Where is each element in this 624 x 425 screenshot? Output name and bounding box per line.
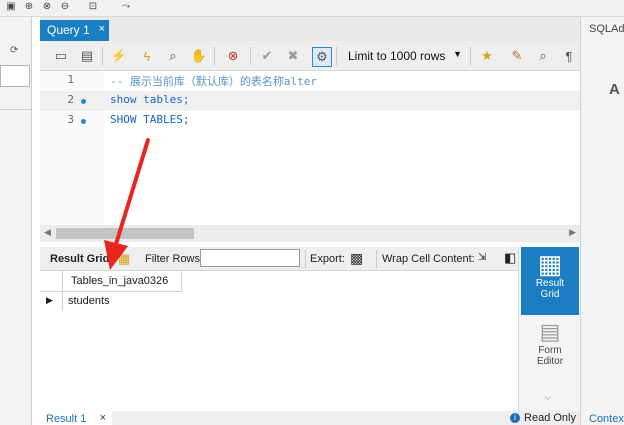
editor-line[interactable]: 1 -- 展示当前库（默认库）的表名称alter xyxy=(40,71,580,91)
read-only-label: Read Only xyxy=(524,412,576,424)
tab-result-1-label: Result 1 xyxy=(46,413,87,425)
result-grid-label-1: Result xyxy=(535,278,565,289)
stop-icon[interactable]: ✋ xyxy=(190,47,208,65)
tab-query-1-label: Query 1 xyxy=(47,23,90,37)
query-toolbar: ▭ ▤ ⚡ ϟ ⌕ ✋ ⊗ ✔ ✖ ⚙ Limit to 1000 rows ▼… xyxy=(40,41,580,71)
line-number: 3 xyxy=(67,113,74,126)
open-folder-icon[interactable]: ▭ xyxy=(52,47,70,65)
find-icon[interactable]: ⌕ xyxy=(534,47,552,65)
wrap-cell-label: Wrap Cell Content: xyxy=(382,253,475,265)
result-grid-button[interactable]: ▦ Result Grid xyxy=(521,247,579,315)
db-add-icon[interactable]: ⊕ xyxy=(22,0,36,13)
form-editor-button[interactable]: ▤ Form Editor xyxy=(521,319,579,381)
grid-header: Tables_in_java0326 xyxy=(40,271,182,292)
row-pointer-icon: ▶ xyxy=(46,295,53,305)
context-help-tab[interactable]: Contex xyxy=(589,413,624,425)
toolbar-separator xyxy=(102,47,103,65)
editor-tab-bar xyxy=(40,17,580,41)
arrow-shaft xyxy=(114,138,150,246)
line-number: 1 xyxy=(67,73,74,86)
result-grid-label-2: Grid xyxy=(540,289,560,300)
form-editor-label-1: Form xyxy=(538,345,562,356)
toolbar-separator xyxy=(250,47,251,65)
rollback-icon[interactable]: ✖ xyxy=(284,47,302,65)
toggle-error-icon[interactable]: ⊗ xyxy=(224,47,242,65)
scroll-right-icon[interactable]: ▶ xyxy=(569,227,576,238)
commit-icon[interactable]: ✔ xyxy=(258,47,276,65)
corner-cell[interactable] xyxy=(40,271,63,291)
toolbar-separator xyxy=(336,47,337,65)
column-header[interactable]: Tables_in_java0326 xyxy=(62,271,182,291)
navigator-panel: ⟳ xyxy=(0,17,32,425)
export-icon[interactable]: ▩ xyxy=(350,250,363,267)
result-tab-bar: Result 1 × i Read Only xyxy=(40,411,580,425)
toolbar-separator xyxy=(470,47,471,65)
form-view-icon: ▤ xyxy=(539,319,561,344)
row-indicator[interactable]: ▶ xyxy=(40,291,63,311)
scroll-down-icon[interactable]: ⌄ xyxy=(541,385,554,405)
table-cell[interactable]: students xyxy=(68,295,110,307)
explain-icon[interactable]: ⌕ xyxy=(164,47,182,65)
grid-view-icon: ▦ xyxy=(537,249,563,279)
bookmark-icon[interactable]: ★ xyxy=(478,47,496,65)
toolbar-separator xyxy=(305,250,306,268)
reconnect-icon[interactable]: ⤳ xyxy=(116,0,136,13)
editor-line-current[interactable]: 2 show tables; xyxy=(40,91,580,111)
autocommit-icon[interactable]: ⚙ xyxy=(312,47,332,67)
close-icon[interactable]: × xyxy=(100,412,106,424)
sql-additions-tab[interactable]: SQLAd xyxy=(589,23,624,35)
code-statement: SHOW TABLES; xyxy=(110,113,190,126)
toolbar-separator xyxy=(376,250,377,268)
limit-rows-select[interactable]: Limit to 1000 rows ▼ xyxy=(342,46,466,66)
code-comment: -- 展示当前库（默认库）的表名称alter xyxy=(110,75,317,88)
filter-rows-input[interactable] xyxy=(200,249,300,267)
line-number: 2 xyxy=(67,93,74,106)
export-label: Export: xyxy=(310,253,345,265)
panel-toggle-icon[interactable]: ◧ xyxy=(504,250,516,266)
top-toolbar-strip: ▣ ⊕ ⊗ ⊖ ⊡ ⤳ xyxy=(0,0,624,17)
sql-additions-heading: A xyxy=(609,81,620,98)
navigator-refresh-icon[interactable]: ⟳ xyxy=(10,45,18,56)
toolbar-separator xyxy=(214,47,215,65)
info-icon: i xyxy=(510,413,521,424)
wrap-cell-icon[interactable]: ⇲ xyxy=(478,252,486,263)
scroll-left-icon[interactable]: ◀ xyxy=(44,227,51,238)
navigator-divider xyxy=(0,109,31,110)
execute-icon[interactable]: ⚡ xyxy=(110,47,128,65)
result-grid[interactable]: Tables_in_java0326 ▶ students xyxy=(40,271,518,411)
read-only-status: i Read Only xyxy=(510,412,576,424)
sql-additions-panel: SQLAd A Contex xyxy=(580,17,624,425)
save-icon[interactable]: ▤ xyxy=(78,47,96,65)
db-edit-icon[interactable]: ⊗ xyxy=(40,0,54,13)
inspect-icon[interactable]: ⊡ xyxy=(84,0,102,13)
chevron-down-icon: ▼ xyxy=(453,49,462,59)
beautify-icon[interactable]: ✎ xyxy=(508,47,526,65)
navigator-filter-input[interactable] xyxy=(0,65,30,87)
db-remove-icon[interactable]: ⊖ xyxy=(58,0,72,13)
code-statement: show tables; xyxy=(110,93,190,106)
tab-result-1[interactable]: Result 1 × xyxy=(40,411,112,425)
red-annotation-arrow xyxy=(104,138,150,270)
result-side-panel: ▦ Result Grid ▤ Form Editor ⌄ xyxy=(518,247,580,411)
invisible-chars-icon[interactable]: ¶ xyxy=(560,47,578,65)
execute-current-icon[interactable]: ϟ xyxy=(138,47,156,65)
statement-marker-icon xyxy=(81,99,86,104)
limit-rows-value: Limit to 1000 rows xyxy=(348,49,446,63)
tab-query-1[interactable]: Query 1 × xyxy=(40,20,109,41)
close-icon[interactable]: × xyxy=(99,23,105,35)
db-icon[interactable]: ▣ xyxy=(4,0,18,13)
editor-line[interactable]: 3 SHOW TABLES; xyxy=(40,111,580,131)
form-editor-label-2: Editor xyxy=(536,356,564,367)
arrow-head xyxy=(104,240,128,270)
statement-marker-icon xyxy=(81,119,86,124)
